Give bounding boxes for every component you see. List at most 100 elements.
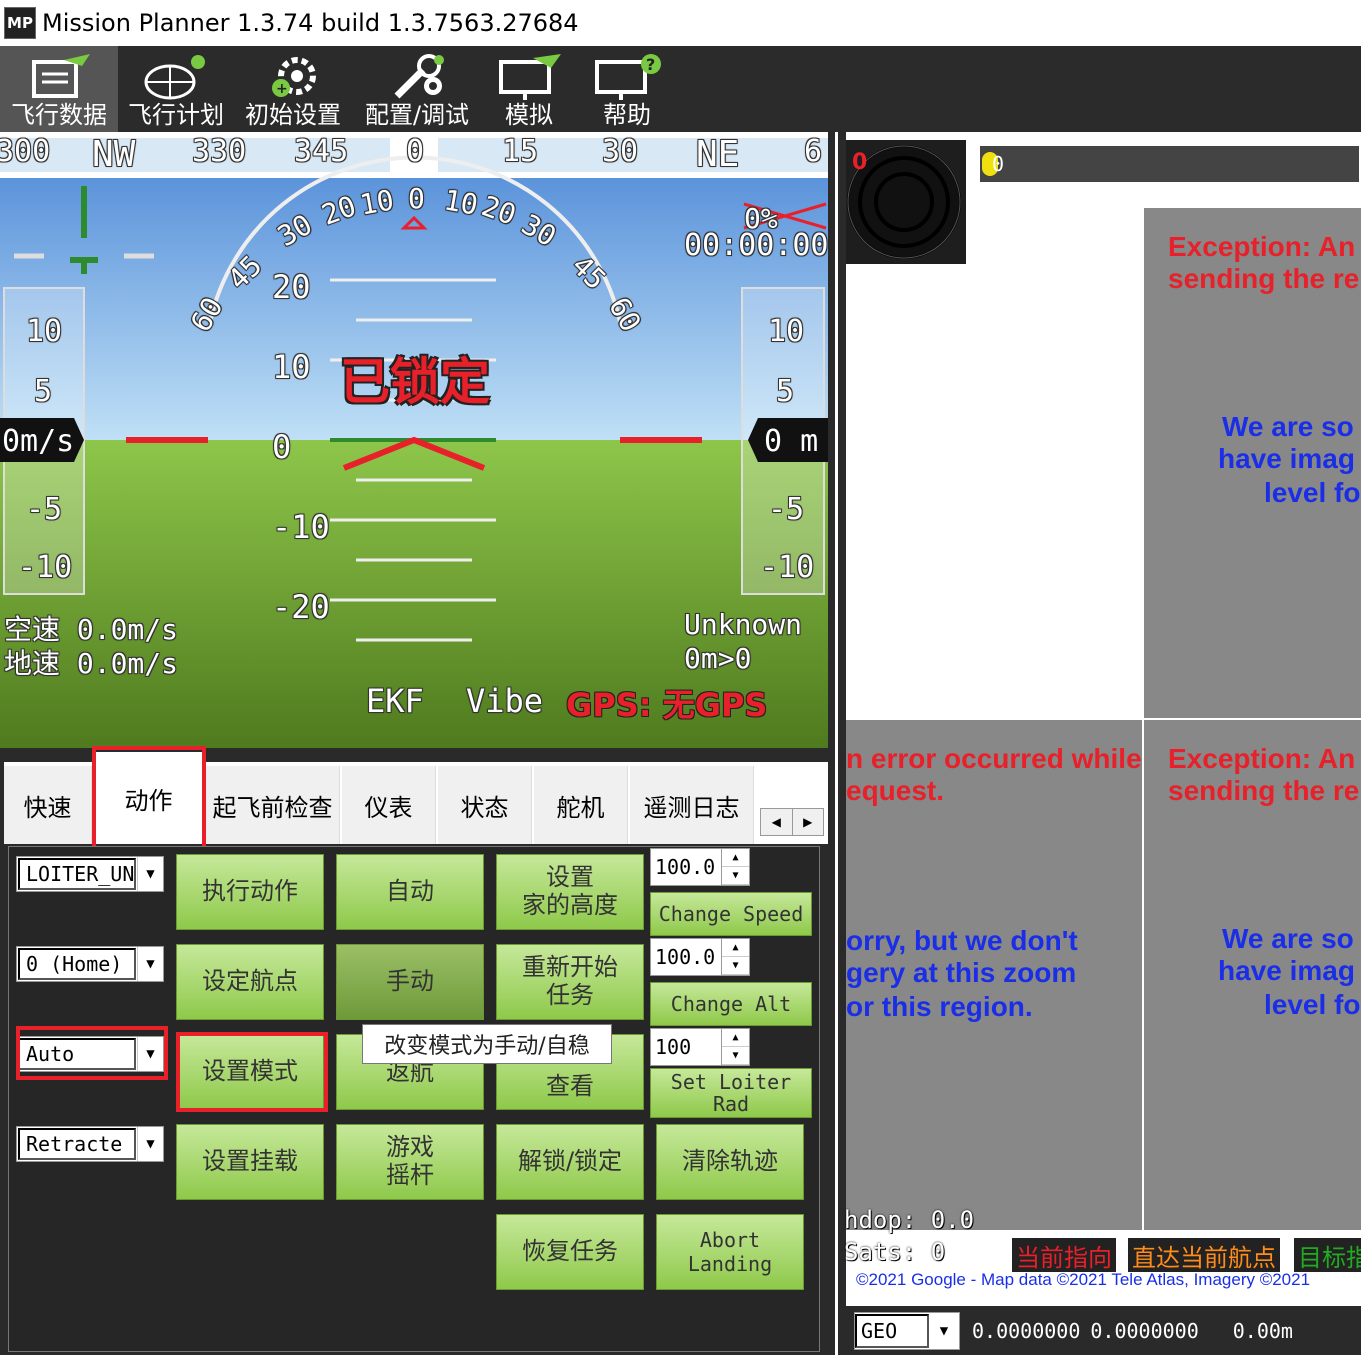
toolbar-help-button[interactable]: ? 帮助 [580, 46, 674, 132]
do-action-button[interactable]: 执行动作 [176, 854, 324, 930]
chevron-down-icon[interactable]: ▼ [137, 1127, 163, 1161]
toolbar-simulation-button[interactable]: 模拟 [486, 46, 572, 132]
throttle-slider[interactable]: 0 [978, 144, 1361, 184]
speed-input[interactable]: 100.0 ▲ ▼ [650, 848, 750, 886]
map-notice-text: have imag [1218, 955, 1355, 986]
title-bar: MP Mission Planner 1.3.74 build 1.3.7563… [0, 0, 1361, 46]
tab-gauges[interactable]: 仪表 [342, 766, 436, 844]
set-mount-button[interactable]: 设置挂载 [176, 1124, 324, 1200]
mount-mode-select[interactable]: Retracte ▼ [16, 1126, 164, 1162]
toolbar-flight-plan-button[interactable]: 飞行计划 [122, 46, 230, 132]
wind-indicator: 0 [846, 140, 966, 264]
sats-readout: Sats: 0 [844, 1238, 946, 1266]
spin-up-icon[interactable]: ▲ [722, 1029, 749, 1047]
resume-mission-button[interactable]: 恢复任务 [496, 1214, 644, 1290]
hud-display[interactable]: 300 NW 330 345 0 15 30 NE 6 60 45 30 20 … [0, 132, 828, 748]
splitter[interactable] [838, 132, 846, 1355]
compass-label: 30 [602, 134, 639, 169]
svg-text:+: + [276, 81, 288, 97]
tab-telemetry-logs[interactable]: 遥测日志 [630, 766, 754, 844]
highlight-set-mode-button [176, 1032, 328, 1112]
map-statusbar: GEO ▼ 0.0000000 0.0000000 0.00m [842, 1306, 1361, 1355]
set-home-alt-button[interactable]: 设置 家的高度 [496, 854, 644, 930]
change-alt-button[interactable]: Change Alt [650, 982, 812, 1026]
tab-preflight[interactable]: 起飞前检查 [206, 766, 340, 844]
input-value: 100.0 [655, 945, 716, 969]
button-label: 游戏 [386, 1133, 434, 1162]
vibe-status[interactable]: Vibe [466, 682, 543, 720]
alt-input[interactable]: 100.0 ▲ ▼ [650, 938, 750, 976]
compass-tape: 300 NW 330 345 0 15 30 NE 6 [0, 132, 828, 178]
chevron-down-icon[interactable]: ▼ [137, 947, 163, 981]
alt-scale-label: -10 [760, 550, 815, 585]
button-label: Rad [712, 1092, 750, 1116]
joystick-button[interactable]: 游戏 摇杆 [336, 1124, 484, 1200]
select-value: 0 (Home) [18, 948, 136, 980]
set-waypoint-button[interactable]: 设定航点 [176, 944, 324, 1020]
alt-scale-label: -5 [768, 492, 805, 527]
pitch-label: 10 [272, 348, 311, 386]
chevron-down-icon[interactable]: ▼ [137, 857, 163, 891]
arm-disarm-button[interactable]: 解锁/锁定 [496, 1124, 644, 1200]
flight-data-icon [32, 54, 90, 98]
auto-button[interactable]: 自动 [336, 854, 484, 930]
select-value: GEO [855, 1313, 929, 1348]
map-error-text: sending the re [1168, 775, 1360, 806]
button-label: 家的高度 [522, 891, 618, 919]
map-panel[interactable]: 0 0 Exception: An sending the re We are … [838, 132, 1361, 1355]
restart-mission-button[interactable]: 重新开始 任务 [496, 944, 644, 1020]
set-loiter-rad-button[interactable]: Set Loiter Rad [650, 1068, 812, 1118]
compass-label: 345 [294, 134, 349, 169]
spin-down-icon[interactable]: ▼ [722, 867, 749, 885]
gps-status[interactable]: GPS: 无GPS [566, 680, 767, 726]
spin-down-icon[interactable]: ▼ [722, 1047, 749, 1065]
chevron-down-icon[interactable]: ▼ [929, 1323, 959, 1339]
change-speed-button[interactable]: Change Speed [650, 892, 812, 936]
manual-button[interactable]: 手动 [336, 944, 484, 1020]
map-tile: n error occurred while equest. orry, but… [846, 720, 1142, 1230]
loiter-radius-input[interactable]: 100 ▲ ▼ [650, 1028, 750, 1066]
coord-type-select[interactable]: GEO ▼ [854, 1311, 960, 1350]
speed-scale-label: -10 [18, 550, 73, 585]
toolbar-config-tuning-button[interactable]: 配置/调试 [356, 46, 478, 132]
button-label: 重新开始 [522, 953, 618, 982]
initial-setup-icon: + [272, 57, 316, 97]
tab-scroll-left-icon[interactable]: ◀ [761, 809, 793, 835]
map-error-text: equest. [846, 775, 945, 806]
tab-scroll-right-icon[interactable]: ▶ [793, 809, 824, 835]
pitch-label: 20 [272, 268, 311, 306]
spin-down-icon[interactable]: ▼ [722, 957, 749, 975]
tab-scroll: ◀ ▶ [760, 808, 824, 836]
tab-quick[interactable]: 快速 [4, 766, 92, 844]
map-notice-text: We are so [1222, 923, 1354, 954]
toolbar-initial-setup-button[interactable]: + 初始设置 [238, 46, 348, 132]
slider-value: 0 [992, 152, 1005, 176]
hdop-readout: hdop: 0.0 [844, 1206, 975, 1234]
flight-mode: Unknown [684, 608, 803, 641]
input-value: 100 [655, 1035, 692, 1059]
clear-track-button[interactable]: 清除轨迹 [656, 1124, 804, 1200]
compass-heading: 0 [406, 134, 425, 169]
map-notice-text: level fo [1264, 989, 1361, 1020]
map-notice-text: have imag [1218, 443, 1355, 474]
map-notice-text: or this region. [846, 991, 1033, 1022]
button-label: Landing [687, 1252, 773, 1276]
map-copyright: ©2021 Google - Map data ©2021 Tele Atlas… [856, 1270, 1311, 1289]
config-tuning-icon [394, 54, 444, 99]
spin-up-icon[interactable]: ▲ [722, 939, 749, 957]
compass-label: 15 [502, 134, 539, 169]
mission-command-select[interactable]: LOITER_UN ▼ [16, 856, 164, 892]
altitude: 0.00m [1232, 1318, 1293, 1343]
tab-servo[interactable]: 舵机 [534, 766, 628, 844]
ekf-status[interactable]: EKF [366, 682, 424, 720]
spin-up-icon[interactable]: ▲ [722, 849, 749, 867]
map-error-text: Exception: An [1168, 743, 1356, 774]
map-notice-text: level fo [1264, 477, 1361, 508]
pitch-label: -20 [272, 588, 330, 626]
tooltip: 改变模式为手动/自稳 [362, 1024, 612, 1064]
abort-landing-button[interactable]: Abort Landing [656, 1214, 804, 1290]
waypoint-select[interactable]: 0 (Home) ▼ [16, 946, 164, 982]
button-label: 任务 [546, 981, 594, 1009]
tab-status[interactable]: 状态 [438, 766, 532, 844]
toolbar-flight-data-button[interactable]: 飞行数据 [0, 46, 118, 132]
